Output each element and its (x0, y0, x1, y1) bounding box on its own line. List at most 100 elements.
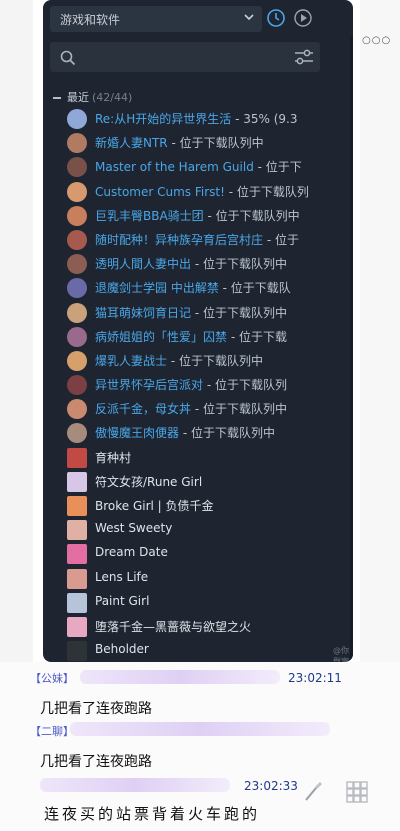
game-icon (67, 568, 87, 589)
game-label: Master of the Harem Guild - 位于下 (95, 158, 302, 175)
game-list-item[interactable]: 猫耳萌妹饲育日记 - 位于下载队列中 (67, 301, 353, 325)
game-list-item[interactable]: 巨乳丰臀BBA骑士团 - 位于下载队列中 (67, 204, 353, 228)
game-label: Lens Life (95, 570, 148, 584)
game-list-item[interactable]: 异世界怀孕后宫派对 - 位于下载队列 (67, 373, 353, 397)
game-label: 猫耳萌妹饲育日记 - 位于下载队列中 (95, 304, 287, 321)
game-list-item[interactable]: 新婚人妻NTR - 位于下载队列中 (67, 131, 353, 155)
game-title: Dream Date (95, 545, 168, 560)
download-status: - 位于下载队列中 (191, 402, 287, 417)
game-title: 爆乳人妻战士 (95, 353, 168, 368)
game-title: 巨乳丰臀BBA骑士团 (95, 208, 204, 223)
filter-dropdown-label: 游戏和软件 (60, 13, 121, 27)
game-list-item[interactable]: Broke Girl | 负债千金 (67, 494, 353, 518)
game-icon (67, 520, 87, 541)
download-status: - 位于下载队列中 (167, 353, 263, 368)
grid-icon[interactable] (345, 780, 369, 804)
game-title: 反派千金，母女丼 (95, 402, 192, 417)
game-label: 病娇姐姐的「性爱」囚禁 - 位于下载 (95, 328, 287, 345)
search-input[interactable] (50, 42, 320, 72)
game-icon (67, 254, 87, 275)
game-icon (67, 157, 87, 178)
game-list-item[interactable]: 堕落千金—黑蔷薇与欲望之火 (67, 615, 353, 639)
more-dots-icon[interactable]: ○○○ (362, 35, 391, 46)
game-title: Paint Girl (95, 593, 150, 608)
game-icon (67, 229, 87, 250)
game-icon (67, 496, 87, 516)
game-list-item[interactable]: 随时配种！异种族孕育后宫村庄 - 位于 (67, 228, 353, 252)
game-label: West Sweety (95, 521, 172, 535)
play-icon[interactable] (293, 8, 313, 28)
clock-icon[interactable] (266, 8, 286, 28)
game-label: 反派千金，母女丼 - 位于下载队列中 (95, 400, 287, 417)
game-label: 巨乳丰臀BBA骑士团 - 位于下载队列中 (95, 207, 300, 224)
message-time: 23:02:11 (288, 671, 342, 685)
game-title: 透明人間人妻中出 (95, 257, 192, 272)
game-icon (67, 616, 87, 637)
game-label: 符文女孩/Rune Girl (95, 473, 202, 490)
chat-sender-fragment: 【公妹】 (30, 672, 74, 685)
game-icon (67, 326, 87, 347)
game-label: 堕落千金—黑蔷薇与欲望之火 (95, 618, 251, 635)
game-label: 透明人間人妻中出 - 位于下载队列中 (95, 255, 287, 272)
game-list: Re:从H开始的异世界生活 - 35% (9.3 新婚人妻NTR - 位于下载队列… (67, 107, 353, 662)
recent-section-header[interactable]: 最近 (42/44) (53, 89, 132, 105)
game-list-item[interactable]: 退魔剑士学园 中出解禁 - 位于下载队 (67, 276, 353, 300)
game-list-item[interactable]: 符文女孩/Rune Girl (67, 470, 353, 494)
blurred-sender-name (80, 670, 280, 684)
game-icon (67, 205, 87, 226)
game-icon (67, 641, 87, 662)
game-list-item[interactable]: 爆乳人妻战士 - 位于下载队列中 (67, 349, 353, 373)
game-label: Customer Cums First! - 位于下载队列 (95, 183, 309, 200)
collapse-icon (53, 97, 61, 99)
game-list-item[interactable]: 病娇姐姐的「性爱」囚禁 - 位于下载 (67, 325, 353, 349)
game-title: Re:从H开始的异世界生活 (95, 112, 232, 126)
game-label: 新婚人妻NTR - 位于下载队列中 (95, 134, 264, 151)
game-list-item[interactable]: 反派千金，母女丼 - 位于下载队列中 (67, 397, 353, 421)
download-status: - 位于下载队 (218, 281, 291, 296)
game-list-item[interactable]: Re:从H开始的异世界生活 - 35% (9.3 (67, 107, 353, 131)
download-status: - 位于下载 (227, 329, 287, 344)
chat-message: 几把看了连夜跑路 (40, 754, 152, 770)
game-title: 傲慢魔王肉便器 (95, 426, 180, 441)
game-list-item[interactable]: Lens Life (67, 567, 353, 591)
game-label: 傲慢魔王肉便器 - 位于下载队列中 (95, 424, 275, 441)
game-icon (67, 375, 87, 396)
game-title: Customer Cums First! (95, 184, 225, 199)
game-label: Beholder (95, 642, 149, 656)
game-title: 堕落千金—黑蔷薇与欲望之火 (95, 619, 252, 634)
filter-sliders-icon[interactable] (294, 49, 314, 66)
scrollbar[interactable] (350, 36, 353, 662)
brush-icon[interactable] (302, 780, 326, 804)
blurred-sender-name (40, 778, 230, 792)
download-status: - 位于 (263, 232, 299, 247)
game-list-item[interactable]: 育种村 (67, 446, 353, 470)
game-title: Master of the Harem Guild (95, 160, 254, 175)
game-label: 爆乳人妻战士 - 位于下载队列中 (95, 352, 263, 369)
game-icon (67, 471, 87, 492)
chat-message: 几把看了连夜跑路 (40, 701, 152, 717)
game-icon (67, 399, 87, 420)
game-list-item[interactable]: Customer Cums First! - 位于下载队列 (67, 180, 353, 204)
game-icon (67, 447, 87, 468)
download-status: - 位于下载队列中 (191, 257, 287, 272)
download-status: - 位于下载队列中 (179, 426, 275, 441)
game-label: 异世界怀孕后宫派对 - 位于下载队列 (95, 376, 287, 393)
game-title: 猫耳萌妹饲育日记 (95, 305, 192, 320)
game-list-item[interactable]: Beholder (67, 639, 353, 662)
game-list-item[interactable]: West Sweety (67, 518, 353, 542)
game-title: 随时配种！异种族孕育后宫村庄 (95, 232, 264, 247)
game-list-item[interactable]: Master of the Harem Guild - 位于下 (67, 155, 353, 179)
game-label: Re:从H开始的异世界生活 - 35% (9.3 (95, 110, 297, 127)
game-icon (67, 302, 87, 323)
game-list-item[interactable]: Dream Date (67, 542, 353, 566)
game-icon (67, 350, 87, 371)
blurred-sender-name (70, 722, 330, 736)
steam-library-panel: 游戏和软件 最近 (42/44) Re:从H开始的异世界生活 - 35% (9.3… (43, 0, 353, 662)
game-list-item[interactable]: 透明人間人妻中出 - 位于下载队列中 (67, 252, 353, 276)
game-list-item[interactable]: Paint Girl (67, 591, 353, 615)
section-label: 最近 (67, 91, 89, 104)
game-list-item[interactable]: 傲慢魔王肉便器 - 位于下载队列中 (67, 421, 353, 445)
download-status: - 35% (9.3 (231, 112, 298, 126)
filter-dropdown[interactable]: 游戏和软件 (50, 6, 262, 32)
game-title: 新婚人妻NTR (95, 136, 168, 151)
